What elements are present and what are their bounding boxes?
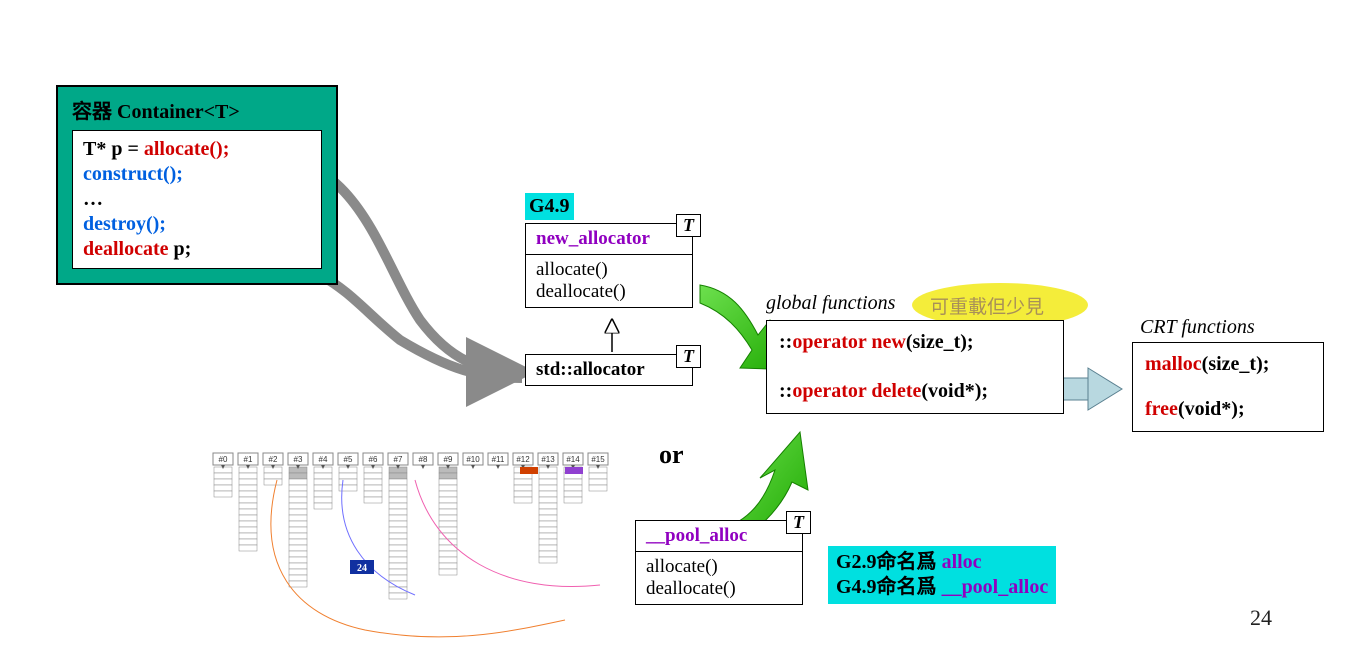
pool-alloc-m2: deallocate() (646, 578, 792, 600)
std-allocator-box: std::allocator (525, 354, 693, 386)
freelist-diagram: #0 #1 #2 #3 #4 #5 #6 #7 #8 #9 #10 #11 #12 #13 #14 #15 2… (205, 445, 625, 645)
svg-text:#8: #8 (419, 455, 428, 464)
svg-text:#11: #11 (492, 455, 505, 464)
global-functions-box: ::operator new(size_t); ::operator delet… (766, 320, 1064, 414)
crt-box: malloc(size_t); free(void*); (1132, 342, 1324, 432)
svg-text:#4: #4 (319, 455, 328, 464)
new-allocator-box: new_allocator allocate() deallocate() (525, 223, 693, 308)
svg-text:#1: #1 (244, 455, 253, 464)
crt-free: free(void*); (1145, 398, 1311, 421)
crt-label: CRT functions (1140, 316, 1255, 339)
code-l1: T* p = allocate(); (83, 137, 311, 162)
g49-badge: G4.9 (525, 193, 574, 220)
svg-text:#13: #13 (541, 455, 555, 464)
crt-malloc: malloc(size_t); (1145, 353, 1311, 376)
new-allocator-T: T (676, 214, 701, 237)
std-allocator-T: T (676, 345, 701, 368)
container-title: 容器 Container<T> (72, 95, 322, 124)
svg-text:#9: #9 (444, 455, 453, 464)
new-allocator-m2: deallocate() (536, 281, 682, 303)
global-functions-highlight: 可重載但少見 (930, 292, 1044, 319)
pool-alloc-T: T (786, 511, 811, 534)
freelist-badge: 24 (357, 563, 367, 574)
container-title-zh: 容器 (72, 101, 117, 123)
svg-text:#14: #14 (566, 455, 580, 464)
std-allocator-name: std::allocator (526, 355, 692, 385)
new-allocator-m1: allocate() (536, 259, 682, 281)
pool-alloc-m1: allocate() (646, 556, 792, 578)
svg-text:#7: #7 (394, 455, 403, 464)
svg-text:#5: #5 (344, 455, 353, 464)
container-title-en: Container<T> (117, 101, 240, 123)
code-l5: deallocate p; (83, 237, 311, 262)
svg-text:#0: #0 (219, 455, 228, 464)
svg-text:#10: #10 (466, 455, 480, 464)
global-op-delete: ::operator delete(void*); (779, 380, 1051, 403)
svg-text:#3: #3 (294, 455, 303, 464)
or-label: or (659, 440, 684, 470)
pool-alloc-box: __pool_alloc allocate() deallocate() (635, 520, 803, 605)
container-code: T* p = allocate(); construct(); … destro… (72, 130, 322, 269)
container-box: 容器 Container<T> T* p = allocate(); const… (56, 85, 338, 285)
global-op-new: ::operator new(size_t); (779, 331, 1051, 354)
naming-g49: G4.9命名爲 __pool_alloc (836, 575, 1048, 600)
pool-alloc-name: __pool_alloc (636, 521, 802, 552)
new-allocator-body: allocate() deallocate() (526, 255, 692, 307)
svg-text:#2: #2 (269, 455, 278, 464)
code-l4: destroy(); (83, 212, 311, 237)
code-l3: … (83, 187, 311, 212)
svg-text:#12: #12 (516, 455, 530, 464)
page-number: 24 (1250, 605, 1272, 631)
naming-g29: G2.9命名爲 alloc (836, 550, 1048, 575)
naming-note: G2.9命名爲 alloc G4.9命名爲 __pool_alloc (828, 546, 1056, 604)
code-l2: construct(); (83, 162, 311, 187)
svg-text:#6: #6 (369, 455, 378, 464)
new-allocator-name: new_allocator (526, 224, 692, 255)
global-functions-label: global functions (766, 292, 895, 315)
pool-alloc-body: allocate() deallocate() (636, 552, 802, 604)
svg-text:#15: #15 (591, 455, 605, 464)
